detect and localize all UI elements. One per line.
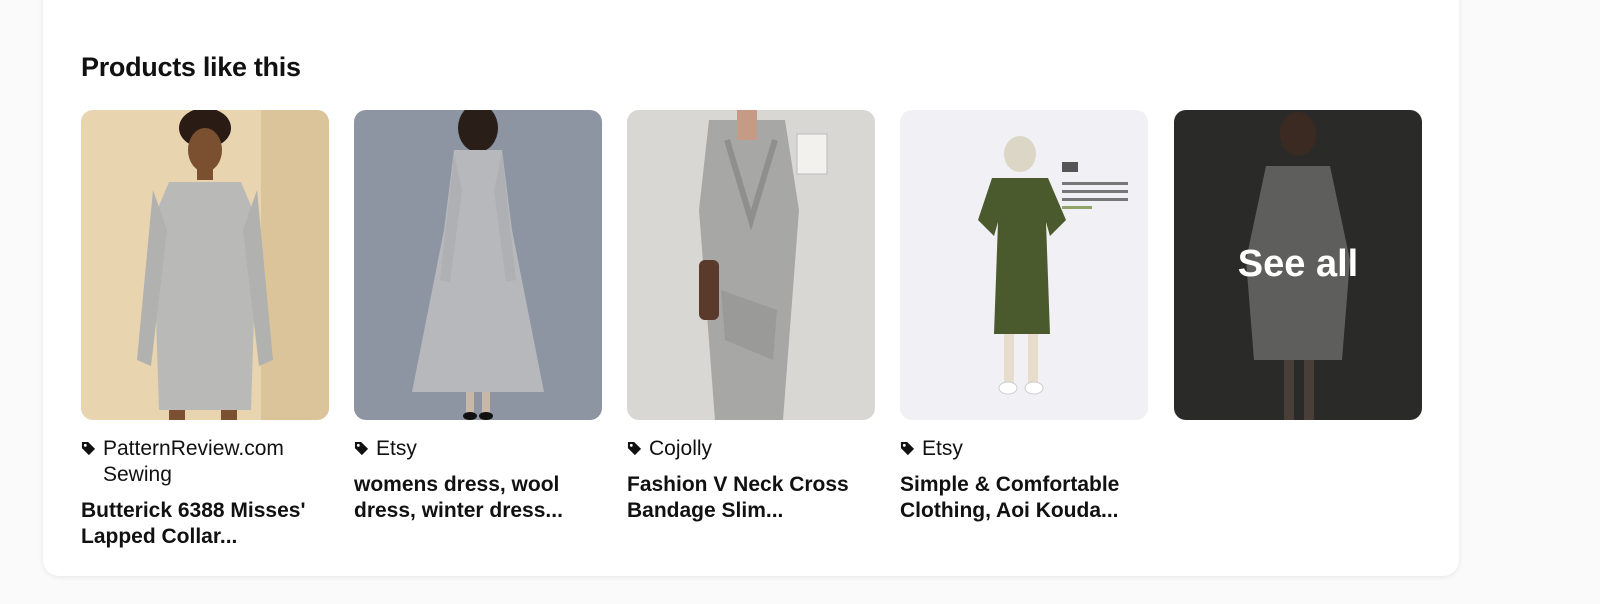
product-source-label: Etsy <box>922 437 963 460</box>
product-image[interactable] <box>354 110 602 420</box>
product-source-label: Cojolly <box>649 437 713 460</box>
product-source[interactable]: PatternReview.com Sewing <box>81 436 329 488</box>
tag-icon <box>627 441 642 456</box>
product-source-label: Etsy <box>376 437 417 460</box>
product-image[interactable] <box>900 110 1148 420</box>
product-card[interactable]: Etsy womens dress, wool dress, winter dr… <box>354 110 602 524</box>
see-all-button[interactable]: See all <box>1174 110 1422 420</box>
product-source-label: PatternReview.com Sewing <box>103 437 284 486</box>
product-name[interactable]: Fashion V Neck Cross Bandage Slim... <box>627 472 875 524</box>
product-image[interactable] <box>627 110 875 420</box>
product-card[interactable]: Cojolly Fashion V Neck Cross Bandage Sli… <box>627 110 875 524</box>
tag-icon <box>900 441 915 456</box>
product-card[interactable]: PatternReview.com Sewing Butterick 6388 … <box>81 110 329 550</box>
product-name[interactable]: womens dress, wool dress, winter dress..… <box>354 472 602 524</box>
product-name[interactable]: Butterick 6388 Misses' Lapped Collar... <box>81 498 329 550</box>
see-all-label: See all <box>1237 243 1359 285</box>
product-name[interactable]: Simple & Comfortable Clothing, Aoi Kouda… <box>900 472 1148 524</box>
product-image[interactable] <box>81 110 329 420</box>
section-title: Products like this <box>81 52 301 82</box>
tag-icon <box>354 441 369 456</box>
product-source[interactable]: Etsy <box>900 436 1148 462</box>
tag-icon <box>81 441 96 456</box>
product-source[interactable]: Cojolly <box>627 436 875 462</box>
product-source[interactable]: Etsy <box>354 436 602 462</box>
product-card[interactable]: Etsy Simple & Comfortable Clothing, Aoi … <box>900 110 1148 524</box>
